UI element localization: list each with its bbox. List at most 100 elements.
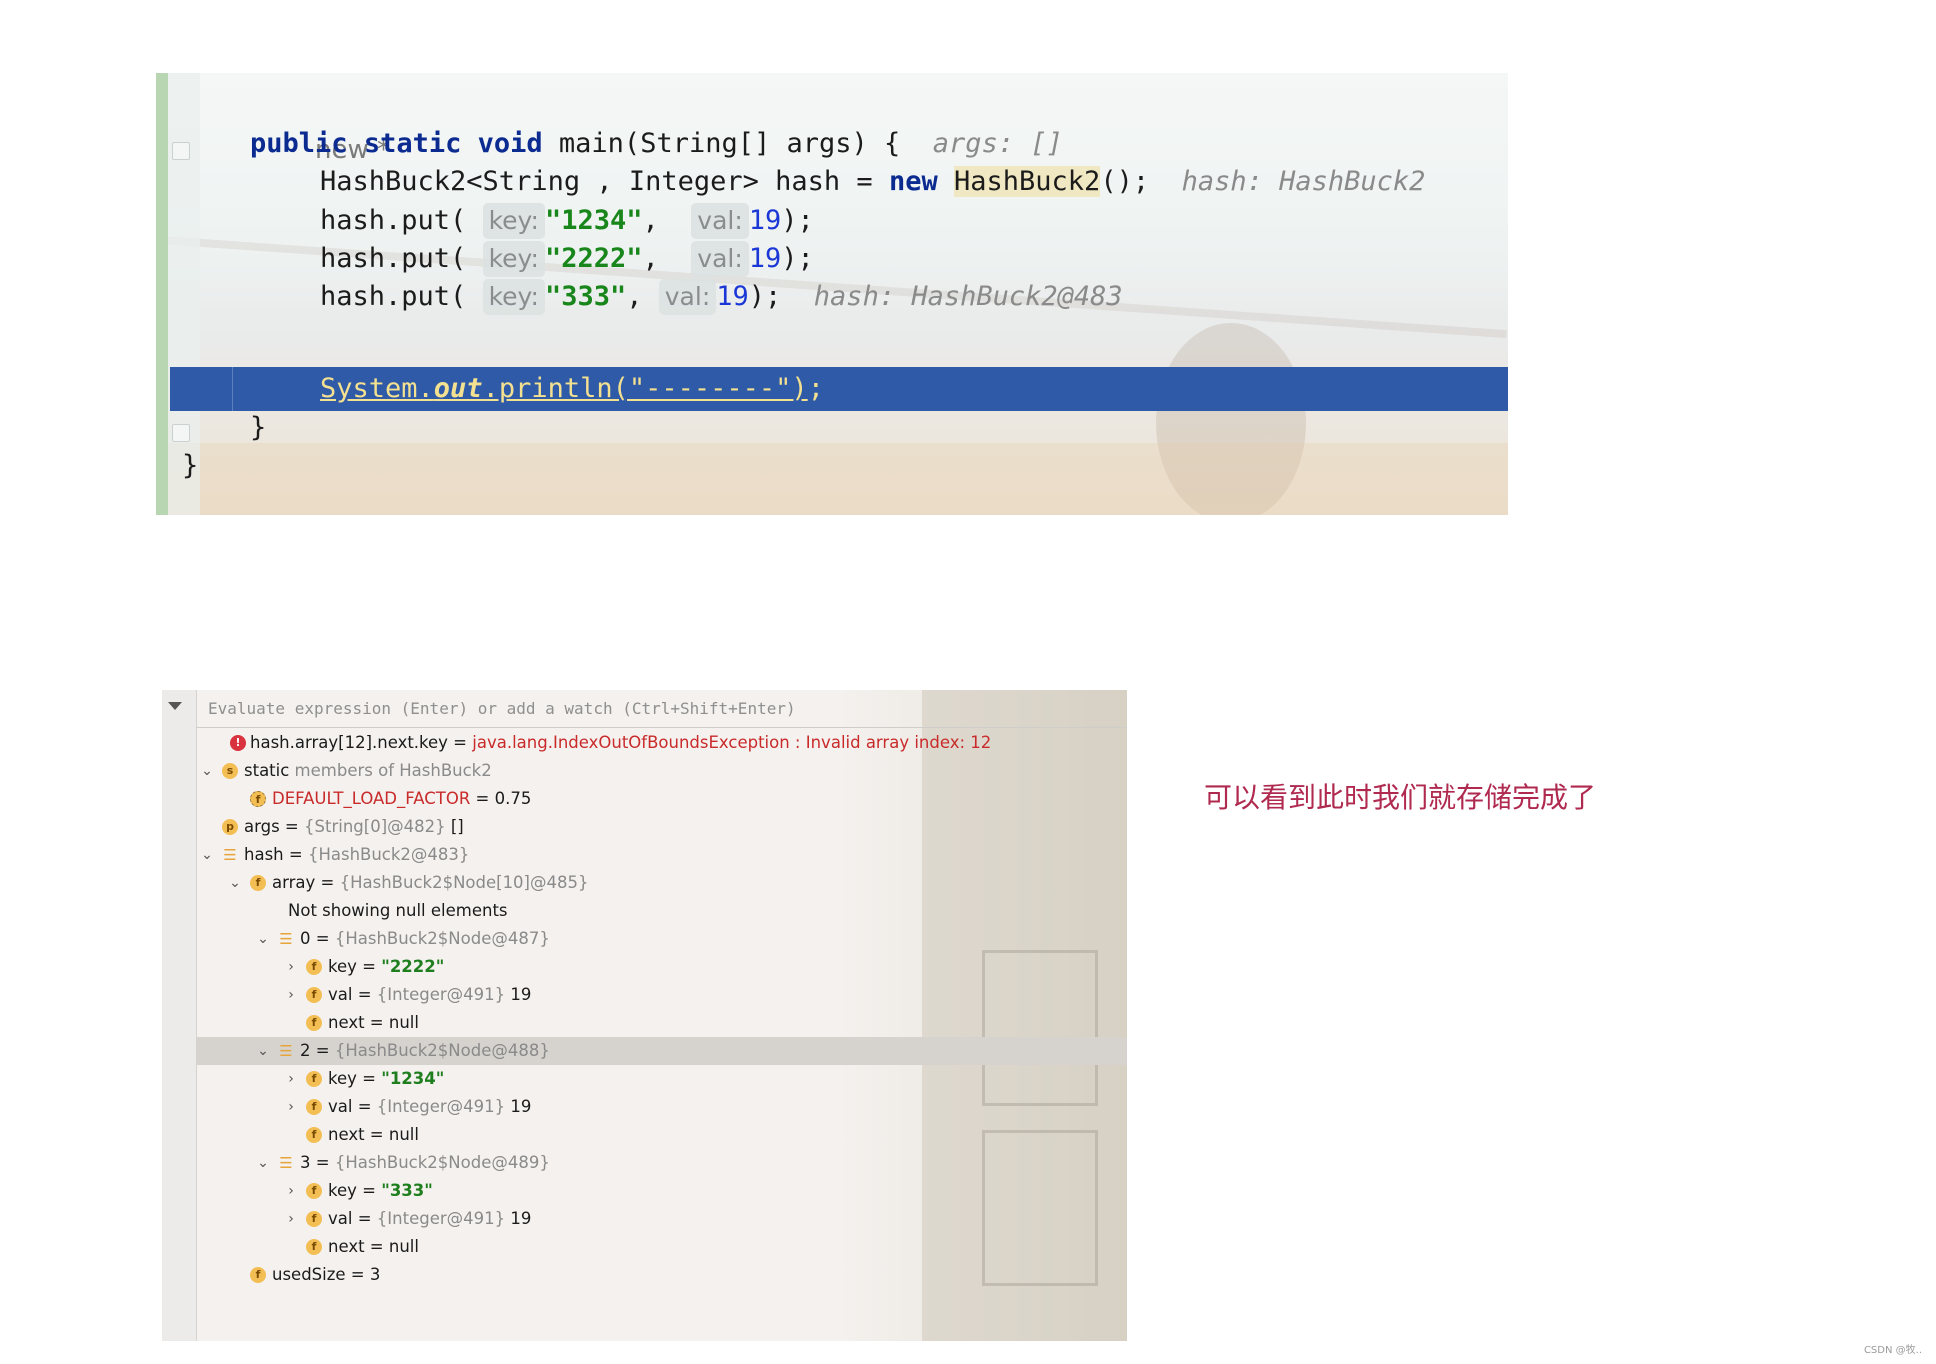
code-text: ,	[642, 205, 659, 236]
var-name: val	[328, 985, 353, 1004]
evaluate-expression-input[interactable]: Evaluate expression (Enter) or add a wat…	[196, 690, 1127, 728]
collapse-icon[interactable]	[168, 702, 182, 710]
var-name: next	[328, 1237, 365, 1256]
parameter-hint: key:	[482, 203, 545, 239]
code-line-println[interactable]: System.out.println("--------");	[156, 367, 1508, 411]
code-line-put[interactable]: hash.put( key: "333", val: 19); hash: Hash…	[156, 275, 1508, 319]
var-name: 3	[300, 1153, 311, 1172]
var-name: DEFAULT_LOAD_FACTOR	[272, 789, 471, 808]
keyword: void	[477, 128, 543, 159]
watch-row[interactable]: ! hash.array[12].next.key = java.lang.In…	[196, 729, 1127, 757]
inline-debug-value: args: []	[932, 128, 1063, 159]
equals: =	[364, 1125, 389, 1144]
tree-row[interactable]: ⌄ f array = {HashBuck2$Node[10]@485}	[196, 869, 1127, 897]
chevron-right-icon[interactable]: ›	[284, 981, 298, 1009]
tree-row[interactable]: › f key = "333"	[196, 1177, 1127, 1205]
code-text: ,	[626, 281, 643, 312]
tree-row[interactable]: › f key = "1234"	[196, 1065, 1127, 1093]
var-value: "1234"	[381, 1069, 445, 1088]
inline-debug-value: hash: HashBuck2@483	[813, 281, 1123, 312]
var-type: {String[0]@482}	[304, 817, 446, 836]
keyword: static	[363, 128, 462, 159]
tree-row[interactable]: f next = null	[196, 1233, 1127, 1261]
info-text: Not showing null elements	[288, 901, 508, 920]
var-value: 19	[505, 1209, 532, 1228]
var-name: next	[328, 1013, 365, 1032]
field-badge-icon: f	[306, 987, 322, 1003]
parameter-hint: val:	[691, 241, 749, 277]
parameter-hint: val:	[658, 279, 717, 315]
tree-row[interactable]: f next = null	[196, 1009, 1127, 1037]
chevron-right-icon[interactable]: ›	[284, 1205, 298, 1233]
debugger-side-strip	[162, 690, 197, 1341]
var-type: {HashBuck2$Node@489}	[334, 1153, 550, 1172]
chevron-down-icon[interactable]: ⌄	[200, 841, 214, 869]
var-type: {Integer@491}	[376, 1097, 506, 1116]
tree-row[interactable]: › f val = {Integer@491} 19	[196, 981, 1127, 1009]
equals: =	[356, 1069, 382, 1088]
chevron-right-icon[interactable]: ›	[284, 1177, 298, 1205]
tree-row-selected[interactable]: ⌄ ☰ 2 = {HashBuck2$Node@488}	[196, 1037, 1127, 1065]
tree-row: Not showing null elements	[196, 897, 1127, 925]
field-badge-icon: f	[306, 1183, 322, 1199]
string-literal: "333"	[544, 281, 627, 312]
equals: =	[352, 1097, 377, 1116]
chevron-right-icon[interactable]: ›	[284, 1065, 298, 1093]
code-text: );	[781, 205, 814, 236]
var-name: usedSize	[272, 1265, 346, 1284]
var-type: {Integer@491}	[376, 1209, 506, 1228]
tree-row[interactable]: p args = {String[0]@482} []	[196, 813, 1127, 841]
number-literal: 19	[748, 205, 782, 236]
code-text: main(String[] args) {	[542, 128, 901, 159]
field-badge-icon: f	[306, 1099, 322, 1115]
var-value: null	[388, 1013, 419, 1032]
debugger-variables-panel[interactable]: Evaluate expression (Enter) or add a wat…	[162, 690, 1127, 1341]
chevron-down-icon[interactable]: ⌄	[256, 1149, 270, 1177]
tree-row[interactable]: › f val = {Integer@491} 19	[196, 1093, 1127, 1121]
tree-row[interactable]: › f key = "2222"	[196, 953, 1127, 981]
var-value: 0.75	[494, 789, 532, 808]
var-name: hash	[244, 845, 284, 864]
tree-row[interactable]: f usedSize = 3	[196, 1261, 1127, 1289]
var-name: val	[328, 1097, 353, 1116]
code-editor[interactable]: new * public static void main(String[] a…	[156, 73, 1508, 515]
field-badge-icon: f	[306, 1239, 322, 1255]
tree-row[interactable]: f DEFAULT_LOAD_FACTOR = 0.75	[196, 785, 1127, 813]
var-value: null	[388, 1125, 419, 1144]
tree-row[interactable]: ⌄ s static members of HashBuck2	[196, 757, 1127, 785]
code-text: ,	[642, 243, 659, 274]
chevron-down-icon[interactable]: ⌄	[256, 925, 270, 953]
chevron-right-icon[interactable]: ›	[284, 1093, 298, 1121]
chevron-right-icon[interactable]: ›	[284, 953, 298, 981]
class-reference[interactable]: HashBuck2	[954, 166, 1101, 197]
tree-row[interactable]: › f val = {Integer@491} 19	[196, 1205, 1127, 1233]
var-name: 0	[300, 929, 311, 948]
watch-expression: hash.array[12].next.key	[250, 733, 448, 752]
static-field: out	[433, 373, 483, 404]
chevron-down-icon[interactable]: ⌄	[200, 757, 214, 785]
tree-row[interactable]: ⌄ ☰ 0 = {HashBuck2$Node@487}	[196, 925, 1127, 953]
closing-brace: }	[250, 412, 267, 443]
equals: =	[352, 1209, 377, 1228]
code-line-close[interactable]: }	[156, 444, 1508, 488]
equals: =	[310, 1041, 335, 1060]
chevron-down-icon[interactable]: ⌄	[228, 869, 242, 897]
annotation-text: 可以看到此时我们就存储完成了	[1204, 781, 1597, 814]
equals: =	[310, 929, 335, 948]
array-element-icon: ☰	[279, 930, 293, 948]
current-execution-line[interactable]: System.out.println("--------");	[170, 367, 1508, 411]
tree-row[interactable]: ⌄ ☰ 3 = {HashBuck2$Node@489}	[196, 1149, 1127, 1177]
code-text: .println("--------")	[482, 373, 808, 404]
tree-row[interactable]: f next = null	[196, 1121, 1127, 1149]
code-line-decl[interactable]: HashBuck2<String , Integer> hash = new H…	[156, 160, 1508, 204]
var-name: key	[328, 957, 357, 976]
string-literal: "1234"	[544, 205, 643, 236]
var-name: key	[328, 1069, 357, 1088]
equals: =	[283, 845, 308, 864]
code-text: );	[781, 243, 814, 274]
code-text: hash.put(	[320, 243, 467, 274]
var-name: array	[272, 873, 316, 892]
var-value: 19	[505, 1097, 532, 1116]
tree-row[interactable]: ⌄ ☰ hash = {HashBuck2@483}	[196, 841, 1127, 869]
chevron-down-icon[interactable]: ⌄	[256, 1037, 270, 1065]
